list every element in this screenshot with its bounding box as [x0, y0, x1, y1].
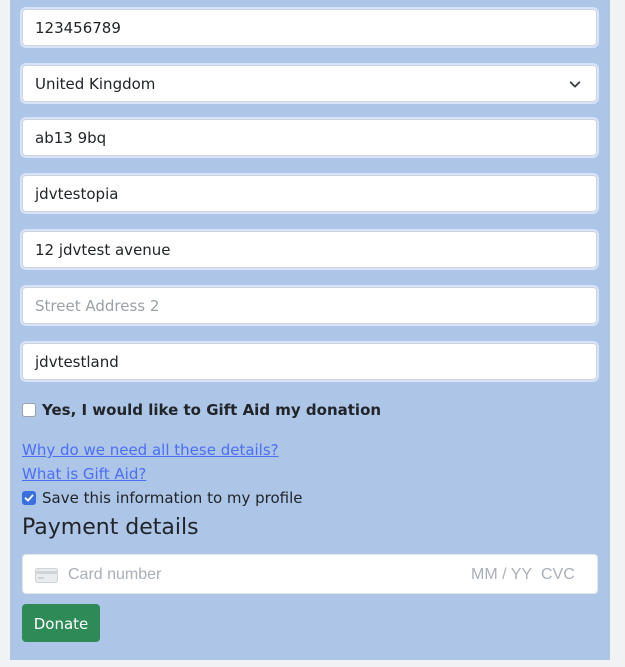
postcode-field[interactable]: ab13 9bq	[22, 119, 597, 156]
save-profile-checkbox[interactable]	[22, 491, 36, 505]
why-details-link[interactable]: Why do we need all these details?	[22, 441, 279, 459]
donate-button[interactable]: Donate	[22, 604, 100, 642]
card-number-placeholder[interactable]: Card number	[68, 566, 161, 584]
country-select[interactable]: United Kingdom	[22, 65, 597, 102]
street-address-1-field[interactable]: 12 jdvtest avenue	[22, 231, 597, 268]
card-expiry-placeholder[interactable]: MM / YY	[471, 566, 532, 584]
save-profile-row: Save this information to my profile	[22, 489, 303, 507]
check-icon	[24, 494, 34, 502]
gift-aid-label[interactable]: Yes, I would like to Gift Aid my donatio…	[42, 401, 381, 419]
region-field[interactable]: jdvtestland	[22, 343, 597, 380]
payment-details-heading: Payment details	[22, 515, 199, 540]
city-field[interactable]: jdvtestopia	[22, 175, 597, 212]
gift-aid-row: Yes, I would like to Gift Aid my donatio…	[22, 401, 381, 419]
card-cvc-placeholder[interactable]: CVC	[541, 566, 575, 584]
gift-aid-checkbox[interactable]	[22, 403, 36, 417]
save-profile-label[interactable]: Save this information to my profile	[42, 489, 303, 507]
what-is-gift-aid-link[interactable]: What is Gift Aid?	[22, 465, 146, 483]
credit-card-icon	[35, 568, 58, 583]
page: 123456789 United Kingdom ab13 9bq jdvtes…	[0, 0, 625, 667]
chevron-down-icon	[569, 81, 581, 88]
phone-field[interactable]: 123456789	[22, 9, 597, 46]
street-address-2-field[interactable]: Street Address 2	[22, 287, 597, 324]
card-input[interactable]: Card number MM / YY CVC	[22, 554, 598, 594]
country-select-value: United Kingdom	[35, 75, 156, 93]
